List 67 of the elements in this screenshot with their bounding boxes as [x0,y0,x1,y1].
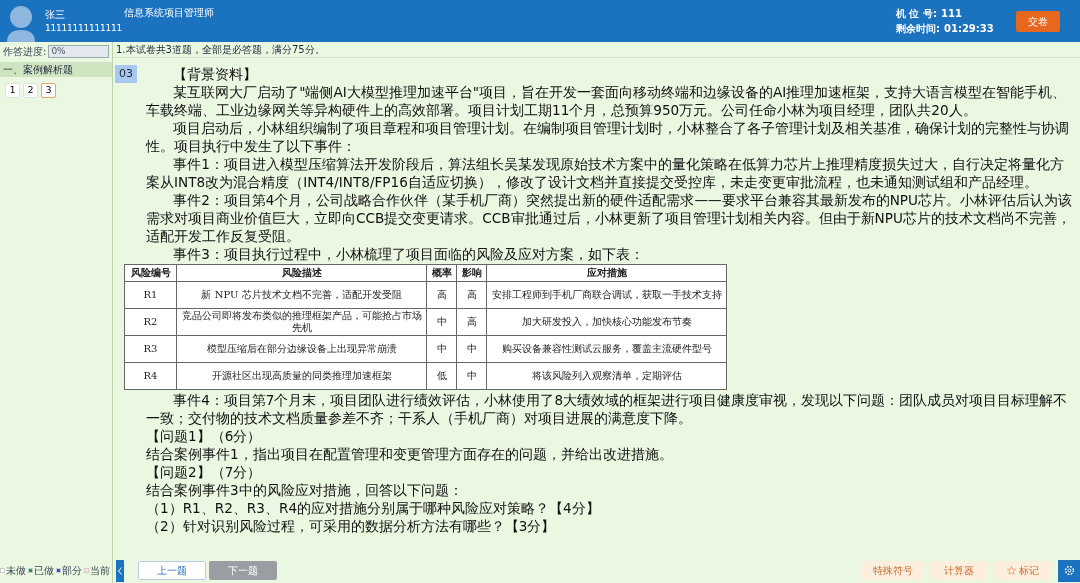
exam-title: 信息系统项目管理师 [124,6,214,20]
table-header-cell: 概率 [426,264,457,282]
question-paragraph: 【背景资料】 [172,65,259,83]
question-number-button[interactable]: 1 [5,83,20,98]
question-paragraph: 事件4：项目第7个月末，项目团队进行绩效评估，小林使用了8大绩效域的框架进行项目健康度审视，发现以下问题：团队成员对项目目标理解不一致；交付物的技术文档质量参差不齐；干系人（手机厂商）对项目进展的满意度下降。 [146,391,1069,427]
table-cell: R2 [124,308,177,336]
user-id: 11111111111111 [45,21,123,35]
section-title: 一、案例解析题 [0,62,112,77]
table-cell: 高 [426,281,457,309]
progress-label: 作答进度: [3,44,47,59]
table-cell: 购买设备兼容性测试云服务，覆盖主流硬件型号 [486,335,727,363]
question-paragraph: 某互联网大厂启动了"端侧AI大模型推理加速平台"项目，旨在开发一套面向移动终端和边缘设备的AI推理加速框架，支持大语言模型在智能手机、车载终端、工业边缘网关等异构硬件上的高效部署。项目计划工期11个月，总预算950万元。公司任命小林为项目经理，团队共20人。 [146,83,1068,119]
collapse-handle[interactable] [116,559,124,582]
table-cell: 中 [456,362,487,390]
table-cell: 中 [456,335,487,363]
table-cell: 模型压缩后在部分边缘设备上出现异常崩溃 [176,335,427,363]
exam-notice: 1.本试卷共3道题，全部是必答题，满分75分。 [113,42,1080,58]
table-cell: 将该风险列入观察清单，定期评估 [486,362,727,390]
table-cell: R3 [124,335,177,363]
settings-button[interactable] [1058,559,1080,582]
legend-label: 已做 [34,564,54,578]
question-paragraph: 【问题1】（6分） [146,427,263,445]
question-paragraph: 【问题2】（7分） [146,463,263,481]
table-cell: R1 [124,281,177,309]
table-cell: R4 [124,362,177,390]
table-cell: 加大研发投入，加快核心功能发布节奏 [486,308,727,336]
legend-label: 当前 [90,564,110,578]
table-cell: 安排工程师到手机厂商联合调试，获取一手技术支持 [486,281,727,309]
legend-label: 未做 [6,564,26,578]
avatar-icon [6,5,36,42]
tool-button[interactable]: 计算器 [930,561,988,580]
table-cell: 高 [456,308,487,336]
question-paragraph: 事件2：项目第4个月，公司战略合作伙伴（某手机厂商）突然提出新的硬件适配需求——要求平台兼容其最新发布的NPU芯片。小林评估后认为该需求对项目商业价值巨大，立即向CCB提交变更请求。CCB审批通过后，小林更新了项目管理计划相关内容。但由于新NPU芯片的技术文档尚不完善，适配开发工作反复受阻。 [146,191,1073,245]
table-header-cell: 影响 [456,264,487,282]
table-cell: 中 [426,335,457,363]
question-number-button[interactable]: 3 [41,83,56,98]
star-icon [1007,566,1016,575]
tool-button[interactable]: 特殊符号 [862,561,924,580]
progress-field: 0% [48,44,109,58]
time-label: 剩余时间: [896,22,940,36]
table-cell: 开源社区出现高质量的同类推理加速框架 [176,362,427,390]
previous-question-button[interactable]: 上一题 [138,561,206,580]
settings-icon [1063,565,1075,576]
question-number: 03 [115,65,137,83]
table-cell: 中 [426,308,457,336]
question-paragraph: （1）R1、R2、R3、R4的应对措施分别属于哪种风险应对策略？【4分】 [146,499,601,517]
user-name: 张三 [45,7,66,22]
legend-label: 部分 [62,564,82,578]
question-paragraph: （2）针对识别风险过程，可采用的数据分析方法有哪些？【3分】 [146,517,557,535]
time-left: 01:29:33 [944,22,994,36]
table-cell: 新 NPU 芯片技术文档不完善，适配开发受阻 [176,281,427,309]
question-paragraph: 事件1：项目进入模型压缩算法开发阶段后，算法组长吴某发现原始技术方案中的量化策略在低算力芯片上推理精度损失过大，自行决定将量化方案从INT8改为混合精度（INT4/INT8/FP16自适应切换），修改了设计文档并直接提交受控库，未走变更审批流程，也未通知测试组和产品经理。 [146,155,1065,191]
submit-button[interactable]: 交卷 [1016,10,1060,32]
table-cell: 低 [426,362,457,390]
table-header-cell: 风险编号 [124,264,177,282]
table-header-cell: 风险描述 [176,264,427,282]
table-cell: 竞品公司即将发布类似的推理框架产品，可能抢占市场先机 [176,308,427,336]
question-paragraph: 结合案例事件1，指出项目在配置管理和变更管理方面存在的问题，并给出改进措施。 [146,445,674,463]
question-paragraph: 事件3：项目执行过程中，小林梳理了项目面临的风险及应对方案，如下表： [172,245,645,263]
seat-label: 机 位 号: [896,7,937,21]
question-number-button[interactable]: 2 [23,83,38,98]
question-paragraph: 项目启动后，小林组织编制了项目章程和项目管理计划。在编制项目管理计划时，小林整合了各子管理计划及相关基准，确保计划的完整性与协调性。项目执行中发生了以下事件： [146,119,1071,155]
seat-number: 111 [940,7,962,21]
table-cell: 高 [456,281,487,309]
table-header-cell: 应对措施 [486,264,727,282]
question-paragraph: 结合案例事件3中的风险应对措施，回答以下问题： [146,481,464,499]
tool-button[interactable]: 标记 [994,561,1052,580]
